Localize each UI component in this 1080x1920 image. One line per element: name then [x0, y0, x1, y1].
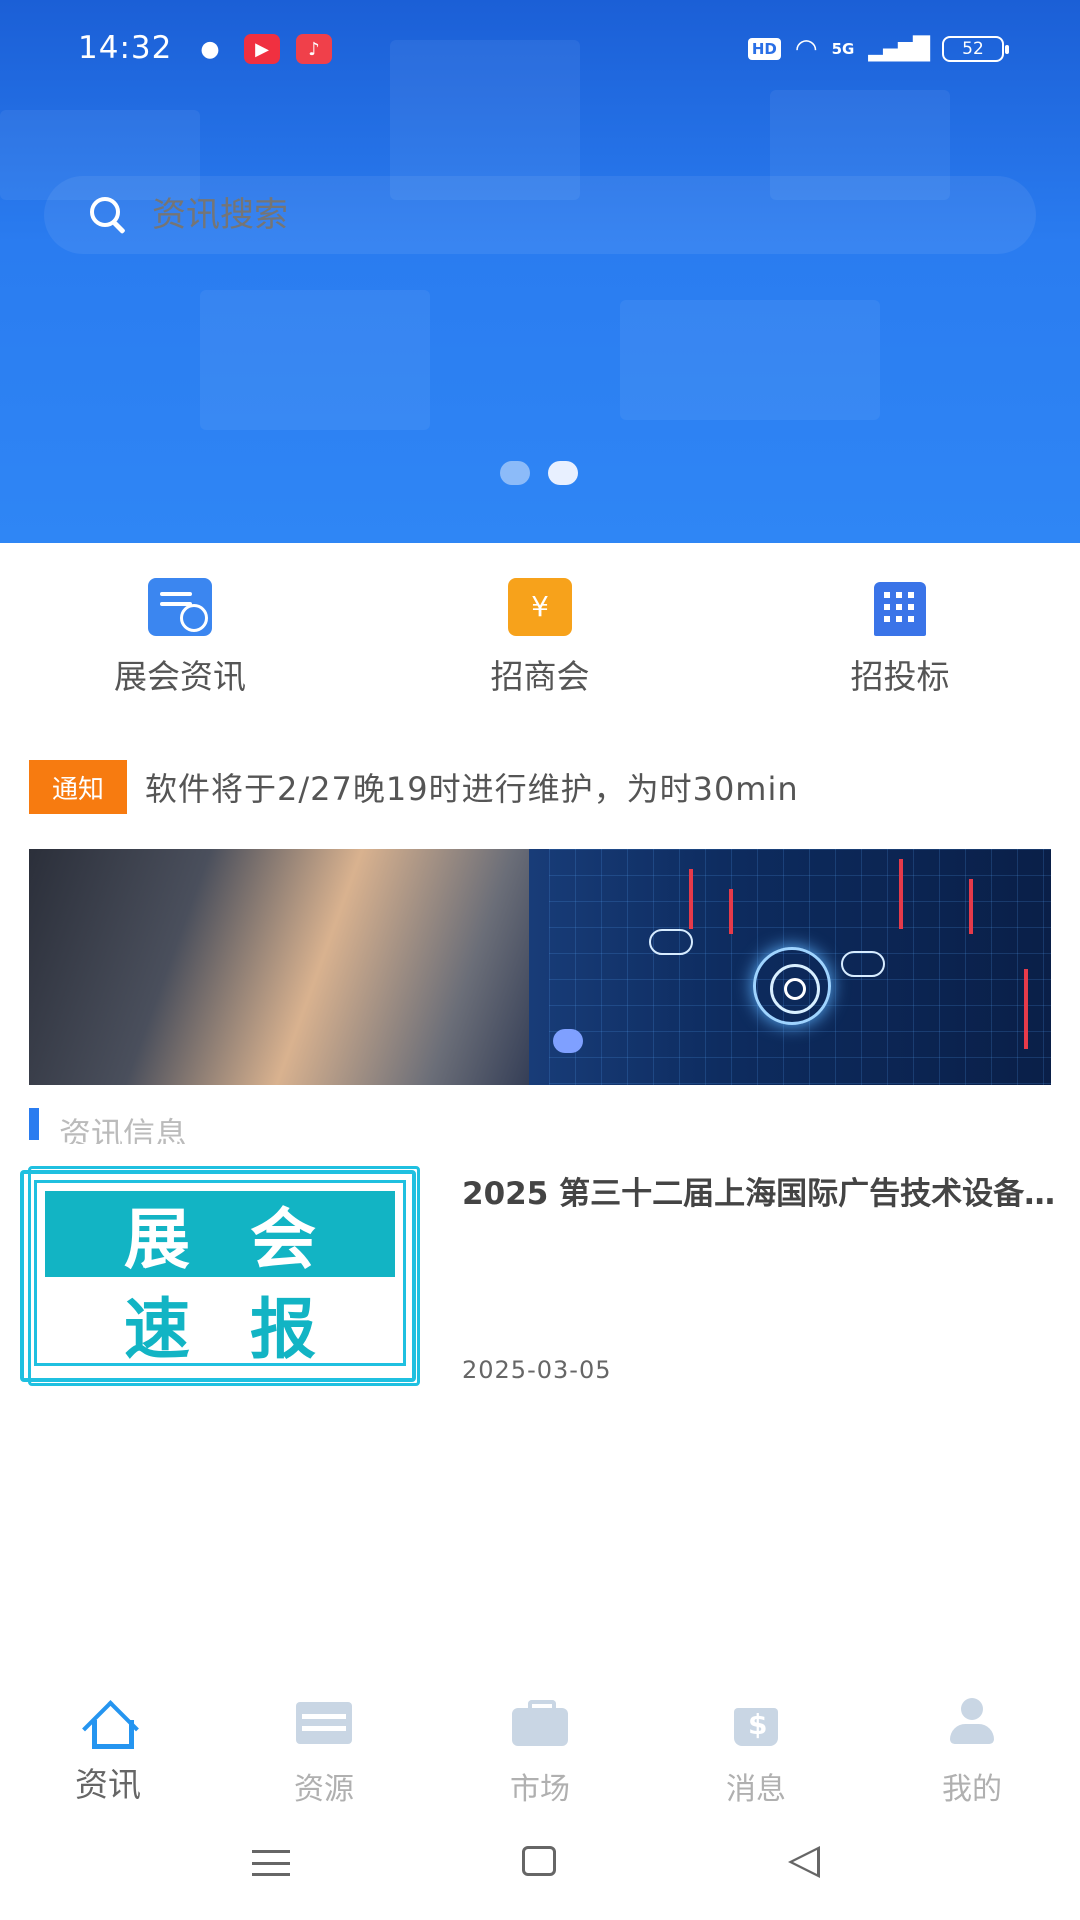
resource-icon — [294, 1698, 354, 1748]
hero-banner[interactable]: 14:32 ● ▶ ♪ HD ◠ 5G ▂▄▆█ 52 — [0, 0, 1080, 543]
promo-carousel-dot — [553, 1029, 583, 1053]
notice-tag: 通知 — [29, 760, 127, 814]
thumb-text-top: 展会 — [45, 1191, 395, 1278]
tab-resources[interactable]: 资源 — [216, 1680, 432, 1808]
bottom-tab-bar: 资讯 资源 市场 消息 我的 — [0, 1680, 1080, 1810]
home-square-icon[interactable] — [522, 1846, 556, 1876]
cloud-icon — [841, 951, 885, 977]
notice-bar[interactable]: 通知 软件将于2/27晚19时进行维护，为时30min — [29, 760, 1051, 814]
signal-icon: ▂▄▆█ — [868, 36, 930, 62]
menu-icon[interactable] — [252, 1850, 290, 1876]
building-icon — [868, 578, 932, 636]
shopping-bag-icon — [726, 1698, 786, 1748]
cloud-icon — [649, 929, 693, 955]
expo-news-icon — [148, 578, 212, 636]
news-title[interactable]: 2025 第三十二届上海国际广告技术设备展览会 — [462, 1168, 1076, 1213]
promo-banner-image[interactable] — [29, 849, 1051, 1085]
search-icon — [86, 193, 130, 237]
back-icon[interactable] — [788, 1846, 820, 1878]
tab-news[interactable]: 资讯 — [0, 1680, 216, 1806]
wifi-icon: ◠ — [794, 34, 818, 64]
search-bar[interactable] — [44, 176, 1036, 254]
status-bar: 14:32 ● ▶ ♪ HD ◠ 5G ▂▄▆█ 52 — [0, 0, 1080, 100]
chart-candle — [1024, 969, 1028, 1049]
section-title: 资讯信息 — [59, 1115, 188, 1144]
home-icon — [78, 1698, 138, 1749]
quick-entry-expo-news[interactable]: 展会资讯 — [70, 570, 290, 698]
network-label: 5G — [831, 40, 855, 58]
tab-profile[interactable]: 我的 — [864, 1680, 1080, 1808]
news-date: 2025-03-05 — [462, 1356, 612, 1384]
quick-entry-label: 展会资讯 — [114, 657, 246, 696]
person-icon — [942, 1698, 1002, 1748]
thumb-text-bottom: 速报 — [124, 1291, 376, 1368]
chart-candle — [689, 869, 693, 929]
briefcase-icon — [510, 1698, 570, 1748]
promo-photo-business — [29, 849, 549, 1085]
banner-decoration — [200, 290, 430, 430]
tab-label: 资源 — [294, 1772, 354, 1807]
carousel-dot-active[interactable] — [548, 461, 578, 485]
fingerprint-icon — [753, 947, 831, 1025]
quick-entry-label: 招投标 — [850, 657, 950, 696]
quick-entry-label: 招商会 — [490, 657, 590, 696]
quick-entries: 展会资讯 ¥ 招商会 招投标 — [0, 570, 1080, 700]
music-icon: ♪ — [296, 34, 332, 64]
banner-decoration — [620, 300, 880, 420]
carousel-indicator — [500, 461, 578, 485]
section-header: 资讯信息 — [29, 1104, 187, 1144]
tab-label: 我的 — [942, 1772, 1002, 1807]
quick-entry-bidding[interactable]: 招投标 — [790, 570, 1010, 698]
video-icon: ▶ — [244, 34, 280, 64]
news-thumbnail: 展会 速报 — [20, 1166, 420, 1386]
system-navigation-bar — [0, 1830, 1080, 1900]
chart-candle — [969, 879, 973, 934]
tab-label: 市场 — [510, 1772, 570, 1807]
quick-entry-investment[interactable]: ¥ 招商会 — [430, 570, 650, 698]
wechat-icon: ● — [200, 36, 220, 62]
thumb-inner: 展会 速报 — [34, 1180, 406, 1368]
notice-text: 软件将于2/27晚19时进行维护，为时30min — [145, 770, 799, 808]
chart-candle — [899, 859, 903, 929]
battery-indicator: 52 — [942, 36, 1009, 62]
carousel-dot[interactable] — [500, 461, 530, 485]
section-accent-bar — [29, 1108, 39, 1140]
tab-market[interactable]: 市场 — [432, 1680, 648, 1808]
list-item[interactable]: 展会 速报 2025 第三十二届上海国际广告技术设备展览会 2025-03-05 — [20, 1166, 1076, 1386]
hd-badge: HD — [747, 38, 781, 60]
status-time: 14:32 — [78, 30, 173, 66]
chart-candle — [729, 889, 733, 934]
tab-messages[interactable]: 消息 — [648, 1680, 864, 1808]
investment-icon: ¥ — [508, 578, 572, 636]
tab-label: 资讯 — [75, 1765, 141, 1804]
status-indicators: HD ◠ 5G ▂▄▆█ 52 — [747, 34, 1009, 64]
search-input[interactable] — [152, 195, 852, 235]
tab-label: 消息 — [726, 1772, 786, 1807]
